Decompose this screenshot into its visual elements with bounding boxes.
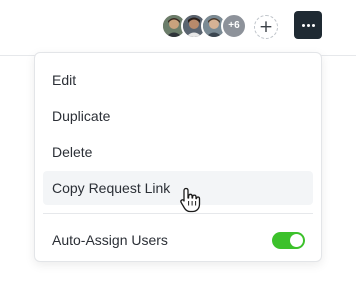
menu-item-duplicate[interactable]: Duplicate: [43, 99, 313, 133]
menu-item-label: Edit: [52, 72, 77, 88]
more-users-badge[interactable]: +6: [221, 13, 247, 39]
menu-item-label: Duplicate: [52, 108, 111, 124]
menu-item-label: Copy Request Link: [52, 180, 171, 196]
toggle-knob: [290, 234, 303, 247]
more-options-button[interactable]: [294, 11, 322, 39]
plus-icon: +: [258, 16, 274, 37]
menu-item-copy-request-link[interactable]: Copy Request Link: [43, 171, 313, 205]
auto-assign-users-label: Auto-Assign Users: [52, 232, 168, 248]
auto-assign-users-toggle[interactable]: [272, 232, 305, 249]
menu-item-delete[interactable]: Delete: [43, 135, 313, 169]
menu-item-edit[interactable]: Edit: [43, 63, 313, 97]
menu-item-label: Delete: [52, 144, 93, 160]
menu-divider: [43, 213, 313, 214]
options-menu: Edit Duplicate Delete Copy Request Link …: [34, 52, 322, 262]
auto-assign-users-row: Auto-Assign Users: [43, 223, 313, 257]
ellipsis-icon: [301, 23, 315, 27]
add-user-button[interactable]: +: [254, 15, 278, 39]
